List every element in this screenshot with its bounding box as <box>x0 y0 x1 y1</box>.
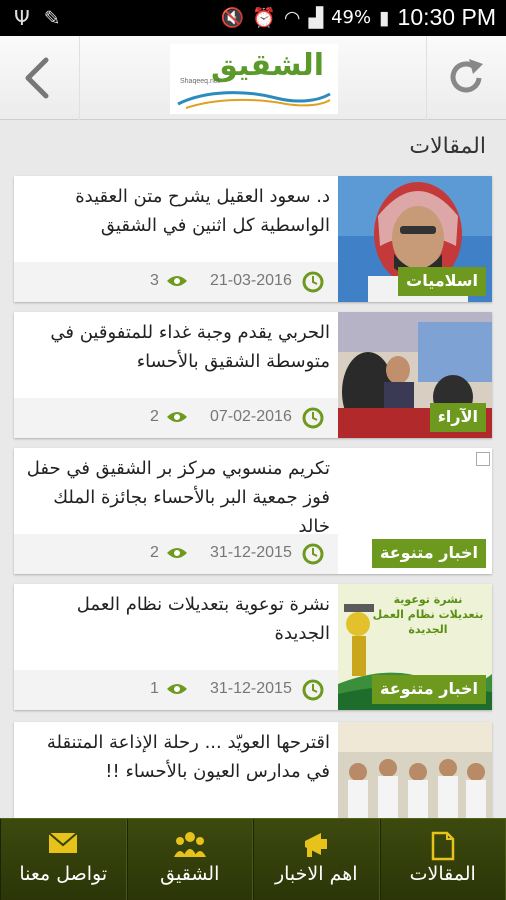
article-card[interactable]: الآراء الحربي يقدم وجبة غداء للمتفوقين ف… <box>14 312 492 438</box>
clock-icon <box>302 543 324 565</box>
app-header: الشقيق Shaqeeq.net <box>0 36 506 120</box>
article-meta: 1 31-12-2015 <box>14 670 338 710</box>
article-card[interactable]: نشرة توعوية بتعديلات نظام العمل الجديدة … <box>14 584 492 710</box>
article-meta: 2 07-02-2016 <box>14 398 338 438</box>
article-thumbnail: الآراء <box>338 312 492 438</box>
thumbnail-caption: نشرة توعوية بتعديلات نظام العمل الجديدة <box>372 593 484 636</box>
refresh-icon <box>450 59 483 93</box>
eye-icon <box>167 412 187 422</box>
refresh-button[interactable] <box>426 36 506 120</box>
signal-icon: ▟ <box>308 6 324 29</box>
eye-icon <box>167 548 187 558</box>
article-thumbnail: نشرة توعوية بتعديلات نظام العمل الجديدة … <box>338 584 492 710</box>
view-count: 2 <box>150 544 159 561</box>
nav-item-articles[interactable]: المقالات <box>379 819 506 900</box>
alarm-icon: ⏰ <box>252 7 276 29</box>
logo-text: الشقيق <box>211 48 324 83</box>
article-thumbnail: اسلاميات <box>338 176 492 302</box>
people-icon <box>173 832 206 857</box>
pencil-icon: ✎ <box>43 6 61 30</box>
usb-icon: Ψ <box>14 6 30 30</box>
image-placeholder-icon <box>476 452 490 466</box>
view-count: 2 <box>150 408 159 425</box>
wifi-icon: ◠ <box>283 6 301 29</box>
envelope-icon <box>48 832 78 853</box>
eye-icon <box>167 684 187 694</box>
view-count: 3 <box>150 272 159 289</box>
nav-item-alshaqeeq[interactable]: الشقيق <box>126 819 253 900</box>
article-date: 07-02-2016 <box>210 408 292 425</box>
article-meta: 2 31-12-2015 <box>14 534 338 574</box>
system-icons: 🔇 ⏰ ◠ ▟ 49% ▮ 10:30 PM <box>221 4 497 31</box>
article-title: الحربي يقدم وجبة غداء للمتفوقين في متوسط… <box>50 322 330 372</box>
nav-label: تواصل معنا <box>19 863 108 885</box>
mute-icon: 🔇 <box>220 7 245 29</box>
article-card[interactable]: اسلاميات د. سعود العقيل يشرح متن العقيدة… <box>14 176 492 302</box>
logo-subtext: Shaqeeq.net <box>180 78 220 85</box>
clock-icon <box>302 679 324 701</box>
article-date: 31-12-2015 <box>210 544 292 561</box>
nav-label: الشقيق <box>160 863 220 885</box>
article-title: نشرة توعوية بتعديلات نظام العمل الجديدة <box>76 594 330 644</box>
document-icon <box>431 831 454 861</box>
view-count: 1 <box>150 680 159 697</box>
clock: 10:30 PM <box>397 4 496 30</box>
category-badge[interactable]: اسلاميات <box>398 267 486 296</box>
notification-icons: Ψ ✎ <box>14 6 61 30</box>
category-badge[interactable]: اخبار متنوعة <box>372 539 486 568</box>
article-date: 31-12-2015 <box>210 680 292 697</box>
nav-label: اهم الاخبار <box>274 863 358 885</box>
nav-item-top-news[interactable]: اهم الاخبار <box>253 819 380 900</box>
clock-icon <box>302 407 324 429</box>
battery-percent: 49% <box>331 7 372 28</box>
battery-icon: ▮ <box>379 6 390 29</box>
article-title: تكريم منسوبي مركز بر الشقيق في حفل فوز ج… <box>26 458 330 537</box>
article-card[interactable]: اخبار متنوعة تكريم منسوبي مركز بر الشقيق… <box>14 448 492 574</box>
category-badge[interactable]: الآراء <box>429 403 486 432</box>
clock-icon <box>302 271 324 293</box>
app-logo: الشقيق Shaqeeq.net <box>170 44 338 114</box>
status-bar: Ψ ✎ 🔇 ⏰ ◠ ▟ 49% ▮ 10:30 PM <box>0 0 506 36</box>
category-badge[interactable]: اخبار متنوعة <box>372 675 486 704</box>
article-thumbnail: اخبار متنوعة <box>338 448 492 574</box>
section-title: المقالات <box>409 134 486 159</box>
back-button[interactable] <box>0 36 80 120</box>
article-title: اقترحها العويّد ... رحلة الإذاعة المتنقل… <box>46 732 330 782</box>
nav-item-contact[interactable]: تواصل معنا <box>0 819 127 900</box>
eye-icon <box>167 276 187 286</box>
bottom-navigation: تواصل معنا الشقيق اهم الاخبار المقالات <box>0 818 506 900</box>
nav-label: المقالات <box>409 863 476 885</box>
chevron-left-icon <box>25 57 49 99</box>
article-meta: 3 21-03-2016 <box>14 262 338 302</box>
article-title: د. سعود العقيل يشرح متن العقيدة الواسطية… <box>75 186 330 236</box>
article-date: 21-03-2016 <box>210 272 292 289</box>
logo-wave <box>177 91 331 109</box>
megaphone-icon <box>305 833 328 857</box>
